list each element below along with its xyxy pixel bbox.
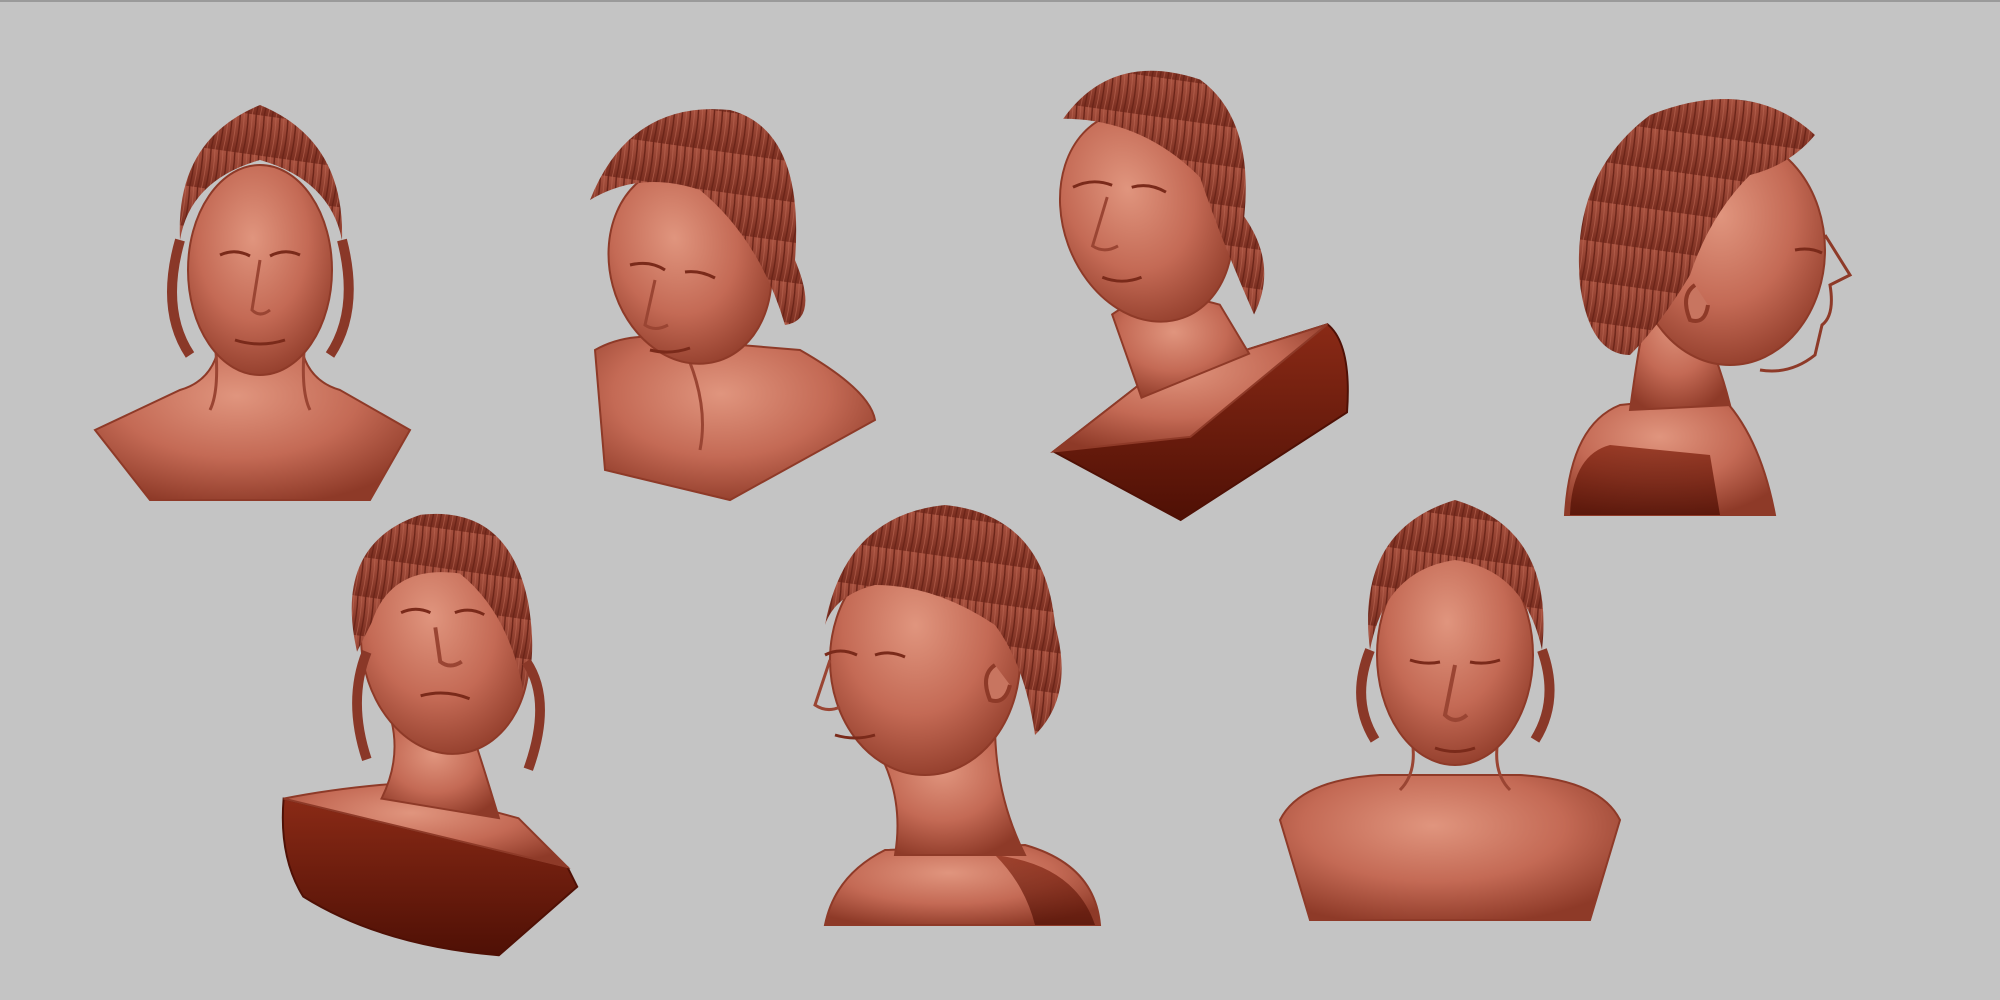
bust-front-looking-down-view[interactable] (1270, 490, 1630, 950)
bust-left-three-quarter-view[interactable] (795, 495, 1155, 955)
bust-looking-up-underside-view[interactable] (270, 505, 630, 965)
bust-front-view[interactable] (80, 90, 440, 550)
bust-looking-up-left-view[interactable] (1030, 60, 1390, 522)
bust-right-profile-view[interactable] (1560, 75, 1920, 535)
viewport-canvas[interactable] (0, 0, 2000, 1000)
bust-three-quarter-down-view[interactable] (570, 90, 930, 550)
